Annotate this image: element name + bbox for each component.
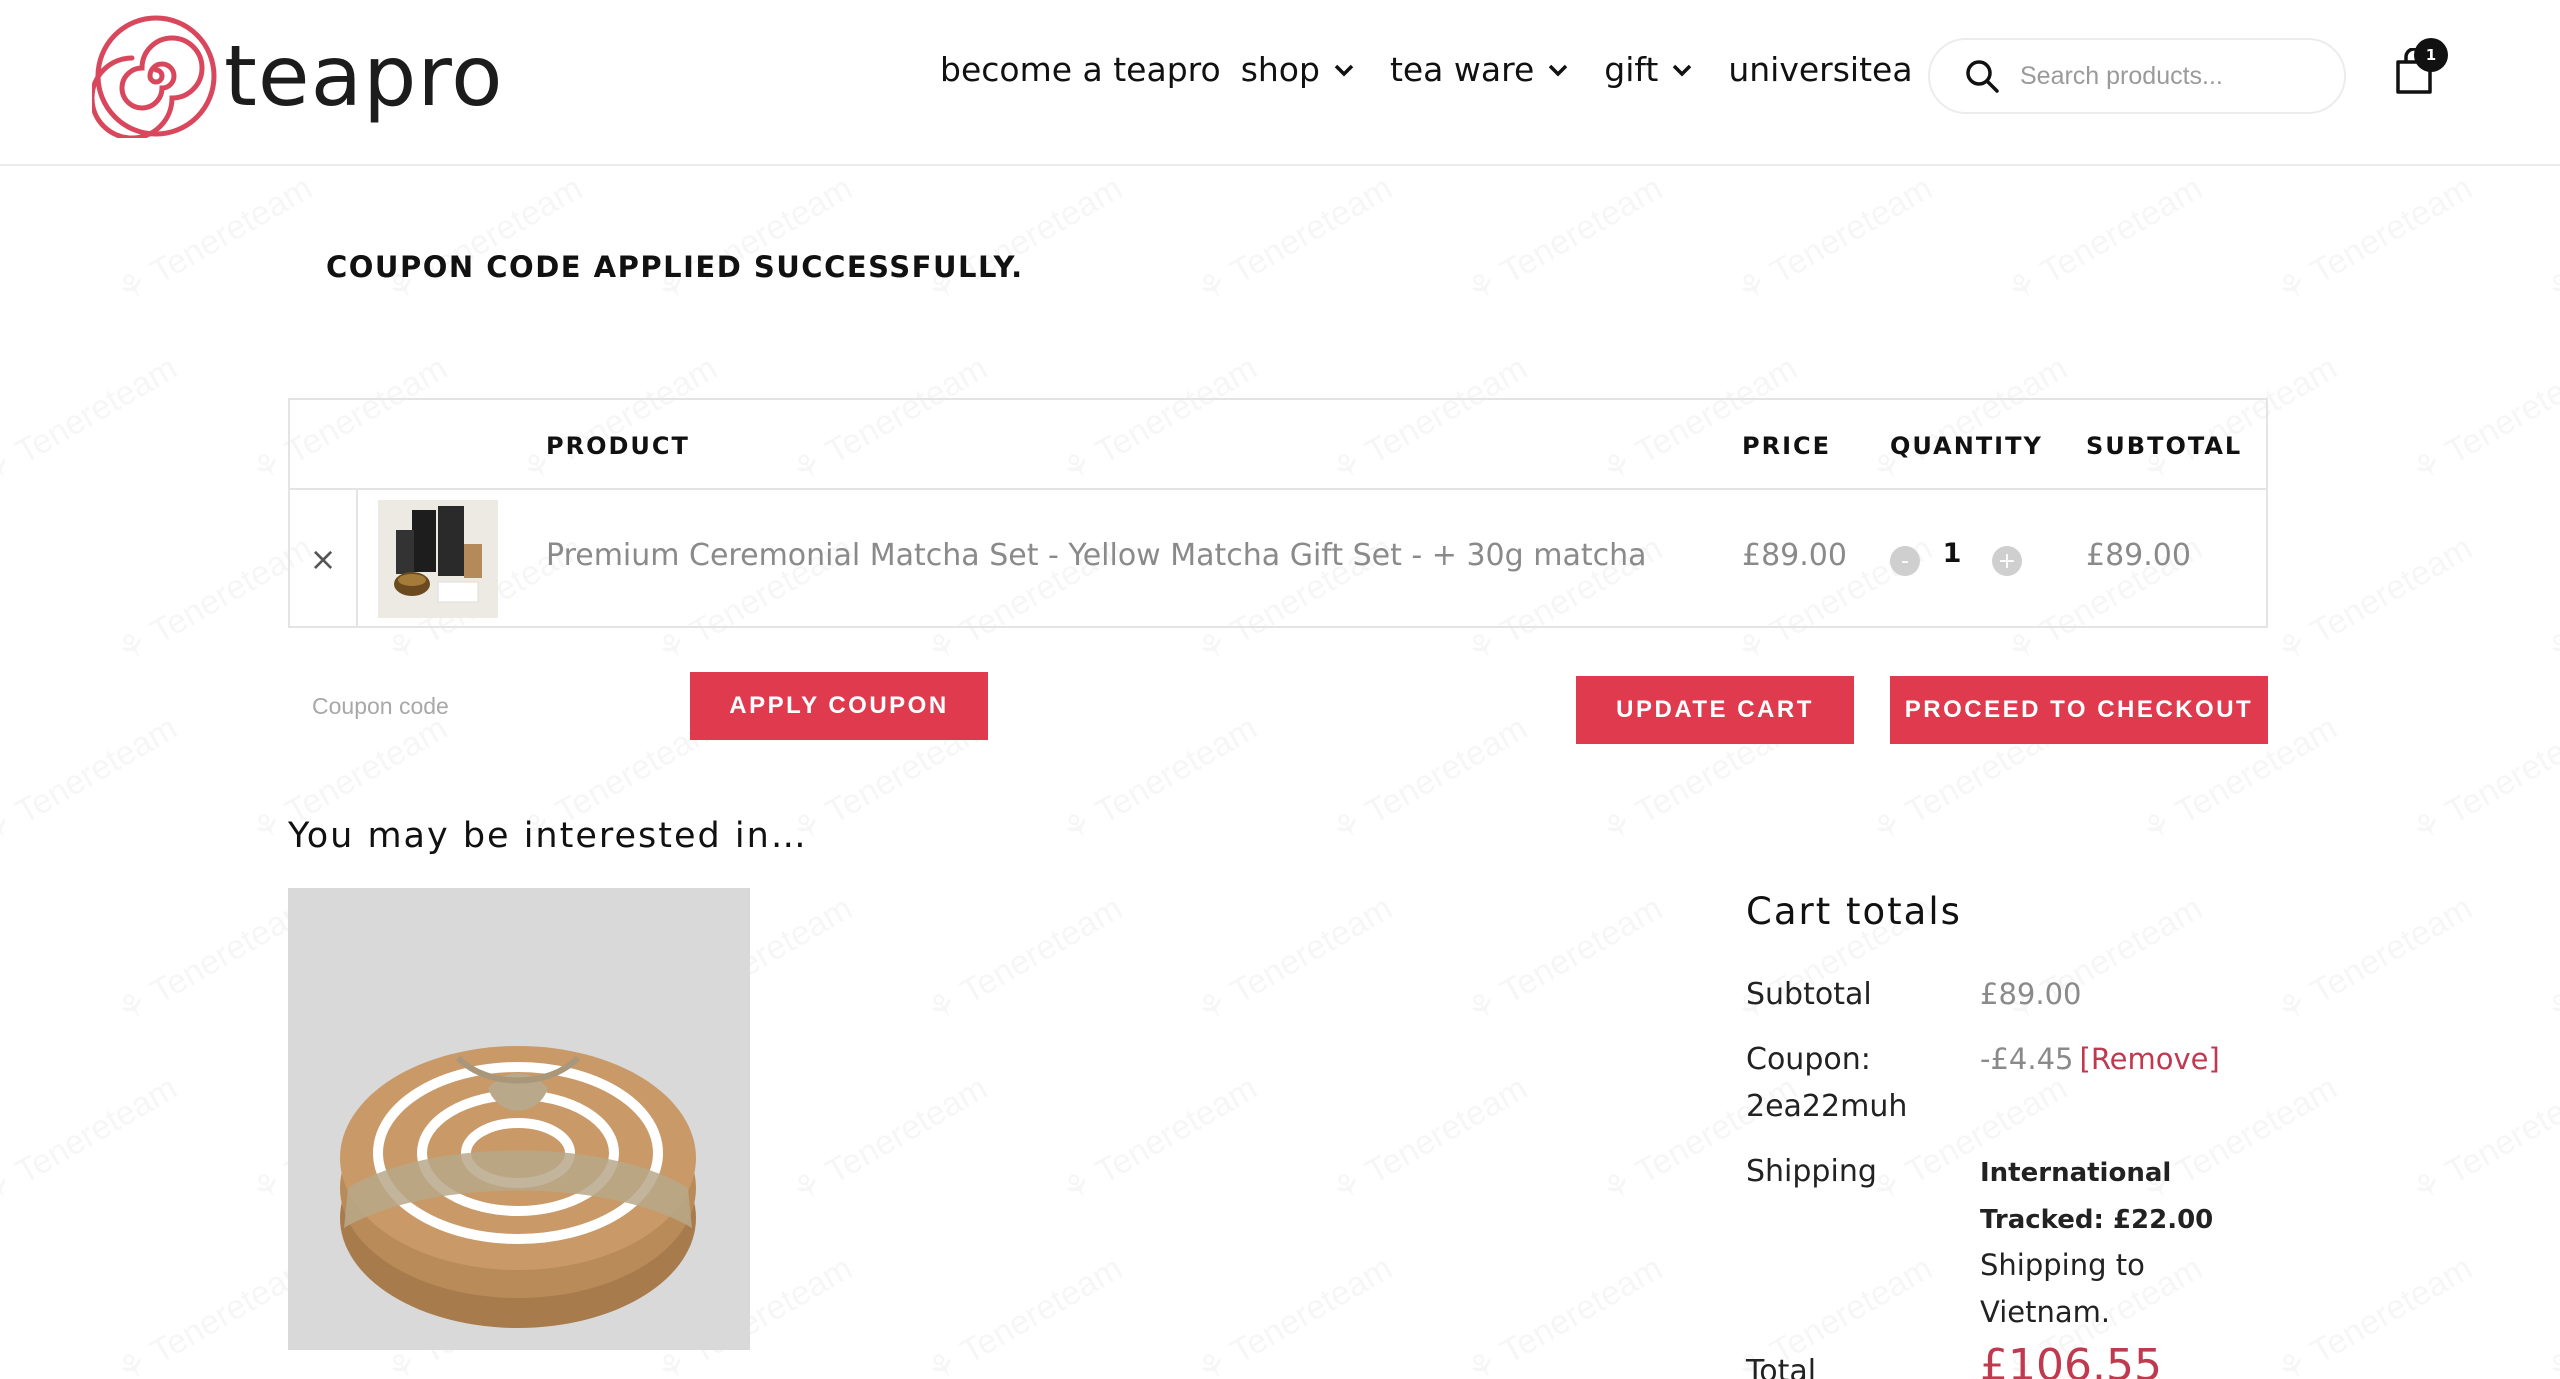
- quantity-decrease-button[interactable]: -: [1890, 546, 1920, 576]
- table-row: × Premium Ceremonial Matcha Set - Yellow…: [290, 490, 2266, 628]
- coupon-value: -£4.45: [1980, 1042, 2074, 1076]
- watermark-text: ⚘ Tenereteam: [2405, 348, 2560, 492]
- matcha-set-image: [378, 500, 498, 618]
- table-header: PRODUCT PRICE QUANTITY SUBTOTAL: [290, 400, 2266, 490]
- nav-label: universitea: [1728, 50, 1913, 89]
- shipping-method: International Tracked: £22.00: [1980, 1158, 2214, 1235]
- cork-coasters-image: [288, 888, 750, 1350]
- header-subtotal: SUBTOTAL: [2086, 432, 2243, 460]
- shipping-destination: Shipping to Vietnam.: [1980, 1248, 2145, 1329]
- watermark-text: ⚘ Tenereteam: [920, 888, 1130, 1032]
- watermark-text: ⚘ Tenereteam: [2000, 168, 2210, 312]
- subtotal-label: Subtotal: [1746, 977, 1872, 1012]
- apply-coupon-button[interactable]: APPLY COUPON: [690, 672, 988, 740]
- shipping-label: Shipping: [1746, 1154, 1877, 1189]
- watermark-text: ⚘ Tenereteam: [1190, 168, 1400, 312]
- coupon-code-input[interactable]: [290, 676, 650, 736]
- header-product: PRODUCT: [546, 432, 690, 460]
- watermark-text: ⚘ Tenereteam: [920, 1248, 1130, 1379]
- watermark-text: ⚘ Tenereteam: [380, 168, 590, 312]
- search-box: [1928, 38, 2346, 114]
- chevron-down-icon: [1673, 64, 1692, 76]
- product-thumbnail[interactable]: [378, 500, 498, 618]
- coupon-discount: -£4.45 [Remove]: [1980, 1036, 2220, 1083]
- nav-item-universitea[interactable]: universitea: [1728, 50, 1912, 89]
- watermark-text: ⚘ Tenereteam: [1055, 708, 1265, 852]
- watermark-text: ⚘ Tenereteam: [2540, 168, 2560, 312]
- nav-item-tea-ware[interactable]: tea ware: [1390, 50, 1568, 89]
- coupon-success-notice: COUPON CODE APPLIED SUCCESSFULLY.: [326, 250, 1024, 284]
- watermark-text: ⚘ Tenereteam: [2270, 168, 2480, 312]
- chevron-down-icon: [1549, 64, 1568, 76]
- nav-label: tea ware: [1389, 50, 1535, 89]
- logo-text: teapro: [224, 27, 504, 125]
- total-value: £106.55: [1980, 1340, 2162, 1379]
- watermark-text: ⚘ Tenereteam: [2270, 1248, 2480, 1379]
- watermark-text: ⚘ Tenereteam: [1460, 888, 1670, 1032]
- watermark-text: ⚘ Tenereteam: [1460, 1248, 1670, 1379]
- watermark-text: ⚘ Tenereteam: [785, 1068, 995, 1212]
- watermark-text: ⚘ Tenereteam: [920, 168, 1130, 312]
- watermark-text: ⚘ Tenereteam: [2540, 528, 2560, 672]
- watermark-text: ⚘ Tenereteam: [2270, 888, 2480, 1032]
- watermark-text: ⚘ Tenereteam: [2405, 708, 2560, 852]
- spiral-logo-icon: [92, 15, 217, 138]
- main-nav: become a teapro shop tea ware gift unive…: [940, 50, 1949, 89]
- cross-sells-title: You may be interested in…: [288, 816, 808, 856]
- watermark-text: ⚘ Tenereteam: [1190, 1248, 1400, 1379]
- row-subtotal: £89.00: [2086, 538, 2191, 573]
- total-label: Total: [1746, 1354, 1817, 1379]
- search-input[interactable]: [2020, 61, 2320, 91]
- update-cart-button[interactable]: UPDATE CART: [1576, 676, 1854, 744]
- proceed-to-checkout-button[interactable]: PROCEED TO CHECKOUT: [1890, 676, 2268, 744]
- watermark-text: ⚘ Tenereteam: [1460, 168, 1670, 312]
- remove-coupon-link[interactable]: [Remove]: [2080, 1042, 2220, 1076]
- watermark-text: ⚘ Tenereteam: [0, 708, 184, 852]
- watermark-text: ⚘ Tenereteam: [2405, 1068, 2560, 1212]
- search-icon[interactable]: [1964, 58, 2000, 94]
- nav-label: gift: [1604, 50, 1659, 89]
- nav-item-shop[interactable]: shop: [1241, 50, 1354, 89]
- watermark-text: ⚘ Tenereteam: [1055, 1068, 1265, 1212]
- nav-item-become-a-teapro[interactable]: become a teapro: [940, 50, 1221, 89]
- cart-count-badge: 1: [2414, 38, 2448, 72]
- watermark-text: ⚘ Tenereteam: [1325, 708, 1535, 852]
- header-quantity: QUANTITY: [1890, 432, 2043, 460]
- nav-label: become a teapro: [940, 50, 1221, 89]
- quantity-input[interactable]: [1932, 538, 1972, 569]
- cross-sell-product-image[interactable]: [288, 888, 750, 1350]
- watermark-text: ⚘ Tenereteam: [1325, 1068, 1535, 1212]
- watermark-text: ⚘ Tenereteam: [2270, 528, 2480, 672]
- quantity-increase-button[interactable]: +: [1992, 546, 2022, 576]
- nav-label: shop: [1240, 50, 1320, 89]
- logo[interactable]: teapro: [92, 14, 504, 138]
- watermark-text: ⚘ Tenereteam: [2540, 888, 2560, 1032]
- watermark-text: ⚘ Tenereteam: [1190, 888, 1400, 1032]
- subtotal-value: £89.00: [1980, 977, 2082, 1011]
- watermark-text: ⚘ Tenereteam: [0, 348, 184, 492]
- cart-totals-title: Cart totals: [1746, 890, 1962, 933]
- cart-table: PRODUCT PRICE QUANTITY SUBTOTAL × Premiu…: [288, 398, 2268, 628]
- remove-item-button[interactable]: ×: [290, 490, 358, 628]
- watermark-text: ⚘ Tenereteam: [110, 168, 320, 312]
- chevron-down-icon: [1334, 64, 1354, 76]
- nav-item-gift[interactable]: gift: [1604, 50, 1692, 89]
- watermark-text: ⚘ Tenereteam: [2540, 1248, 2560, 1379]
- coupon-label: Coupon: 2ea22muh: [1746, 1042, 1908, 1124]
- header-price: PRICE: [1742, 432, 1832, 460]
- watermark-text: ⚘ Tenereteam: [1730, 168, 1940, 312]
- product-price: £89.00: [1742, 538, 1847, 573]
- watermark-text: ⚘ Tenereteam: [0, 1068, 184, 1212]
- product-name-link[interactable]: Premium Ceremonial Matcha Set - Yellow M…: [546, 538, 1646, 573]
- watermark-text: ⚘ Tenereteam: [650, 168, 860, 312]
- site-header: teapro become a teapro shop tea ware gif…: [0, 0, 2560, 166]
